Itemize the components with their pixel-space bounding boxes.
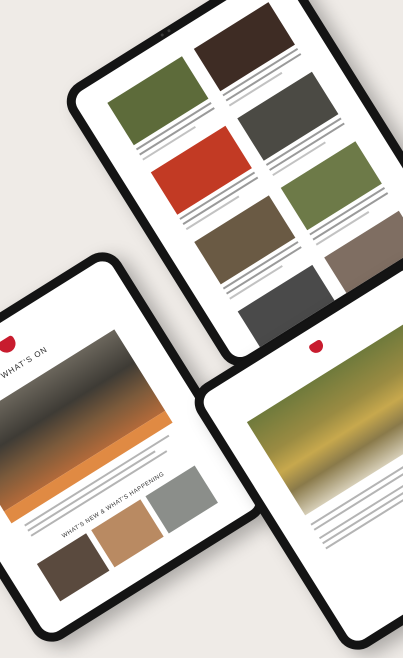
- article-thumbnail: [107, 56, 208, 145]
- brand-logo: [0, 335, 22, 361]
- article-thumbnail: [194, 2, 295, 91]
- brand-logo: [308, 339, 328, 360]
- logo-mark: [0, 335, 19, 356]
- camera-dot: [160, 33, 164, 37]
- logo-mark: [308, 339, 326, 356]
- camera-dot: [167, 29, 171, 33]
